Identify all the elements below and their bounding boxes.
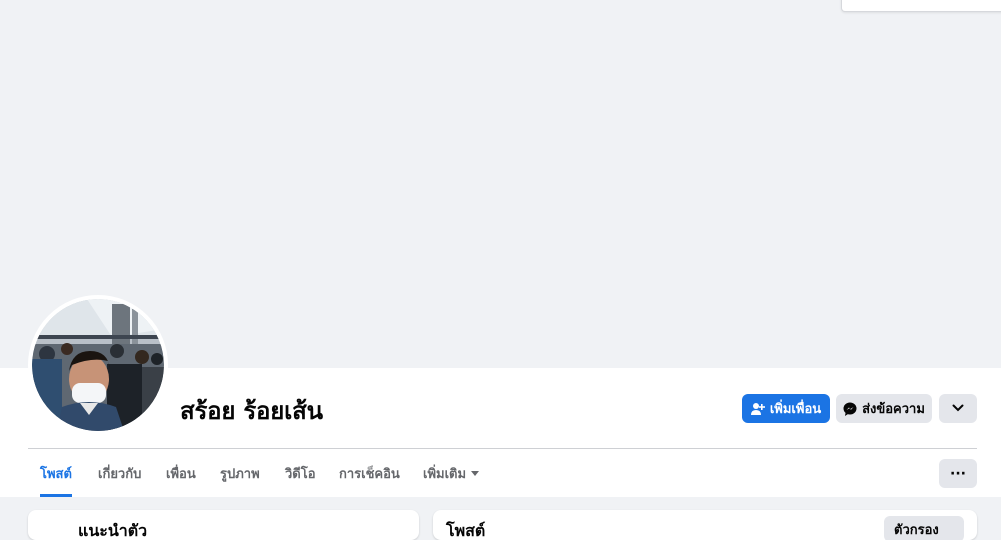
top-dropdown-panel (841, 0, 1001, 12)
tab-label: เพื่อน (166, 466, 196, 482)
message-label: ส่งข้อความ (862, 402, 925, 417)
tab-label: โพสต์ (40, 466, 72, 482)
messenger-icon (843, 402, 857, 416)
intro-title: แนะนำตัว (78, 521, 148, 540)
tab-label: วิดีโอ (285, 466, 316, 482)
tab-photos[interactable]: รูปภาพ (220, 449, 260, 497)
cover-photo[interactable] (4, 0, 1001, 368)
tab-label: เกี่ยวกับ (98, 466, 142, 482)
more-dots-icon: ··· (950, 465, 966, 482)
tab-checkins[interactable]: การเช็คอิน (339, 449, 400, 497)
filter-label: ตัวกรอง (894, 522, 939, 538)
profile-more-button[interactable] (939, 394, 977, 423)
posts-card: โพสต์ ตัวกรอง (433, 510, 977, 540)
tab-label: รูปภาพ (220, 466, 260, 482)
add-friend-button[interactable]: เพิ่มเพื่อน (742, 394, 830, 423)
tab-label: การเช็คอิน (339, 466, 400, 482)
caret-down-icon (471, 470, 480, 476)
tab-videos[interactable]: วิดีโอ (285, 449, 316, 497)
message-button[interactable]: ส่งข้อความ (836, 394, 932, 423)
tab-label: เพิ่มเติม (423, 466, 467, 482)
add-person-icon (750, 402, 765, 416)
tab-about[interactable]: เกี่ยวกับ (98, 449, 141, 497)
tab-posts[interactable]: โพสต์ (40, 449, 72, 497)
posts-title: โพสต์ (446, 521, 486, 540)
tabs-overflow-button[interactable]: ··· (939, 459, 977, 488)
profile-avatar[interactable] (28, 295, 168, 435)
tab-more[interactable]: เพิ่มเติม (423, 449, 480, 497)
intro-card: แนะนำตัว (28, 510, 419, 540)
tab-friends[interactable]: เพื่อน (166, 449, 196, 497)
add-friend-label: เพิ่มเพื่อน (769, 402, 822, 417)
chevron-down-icon (952, 401, 964, 416)
profile-name: สร้อย ร้อยเส้น (180, 397, 323, 425)
filter-button[interactable]: ตัวกรอง (884, 516, 964, 540)
